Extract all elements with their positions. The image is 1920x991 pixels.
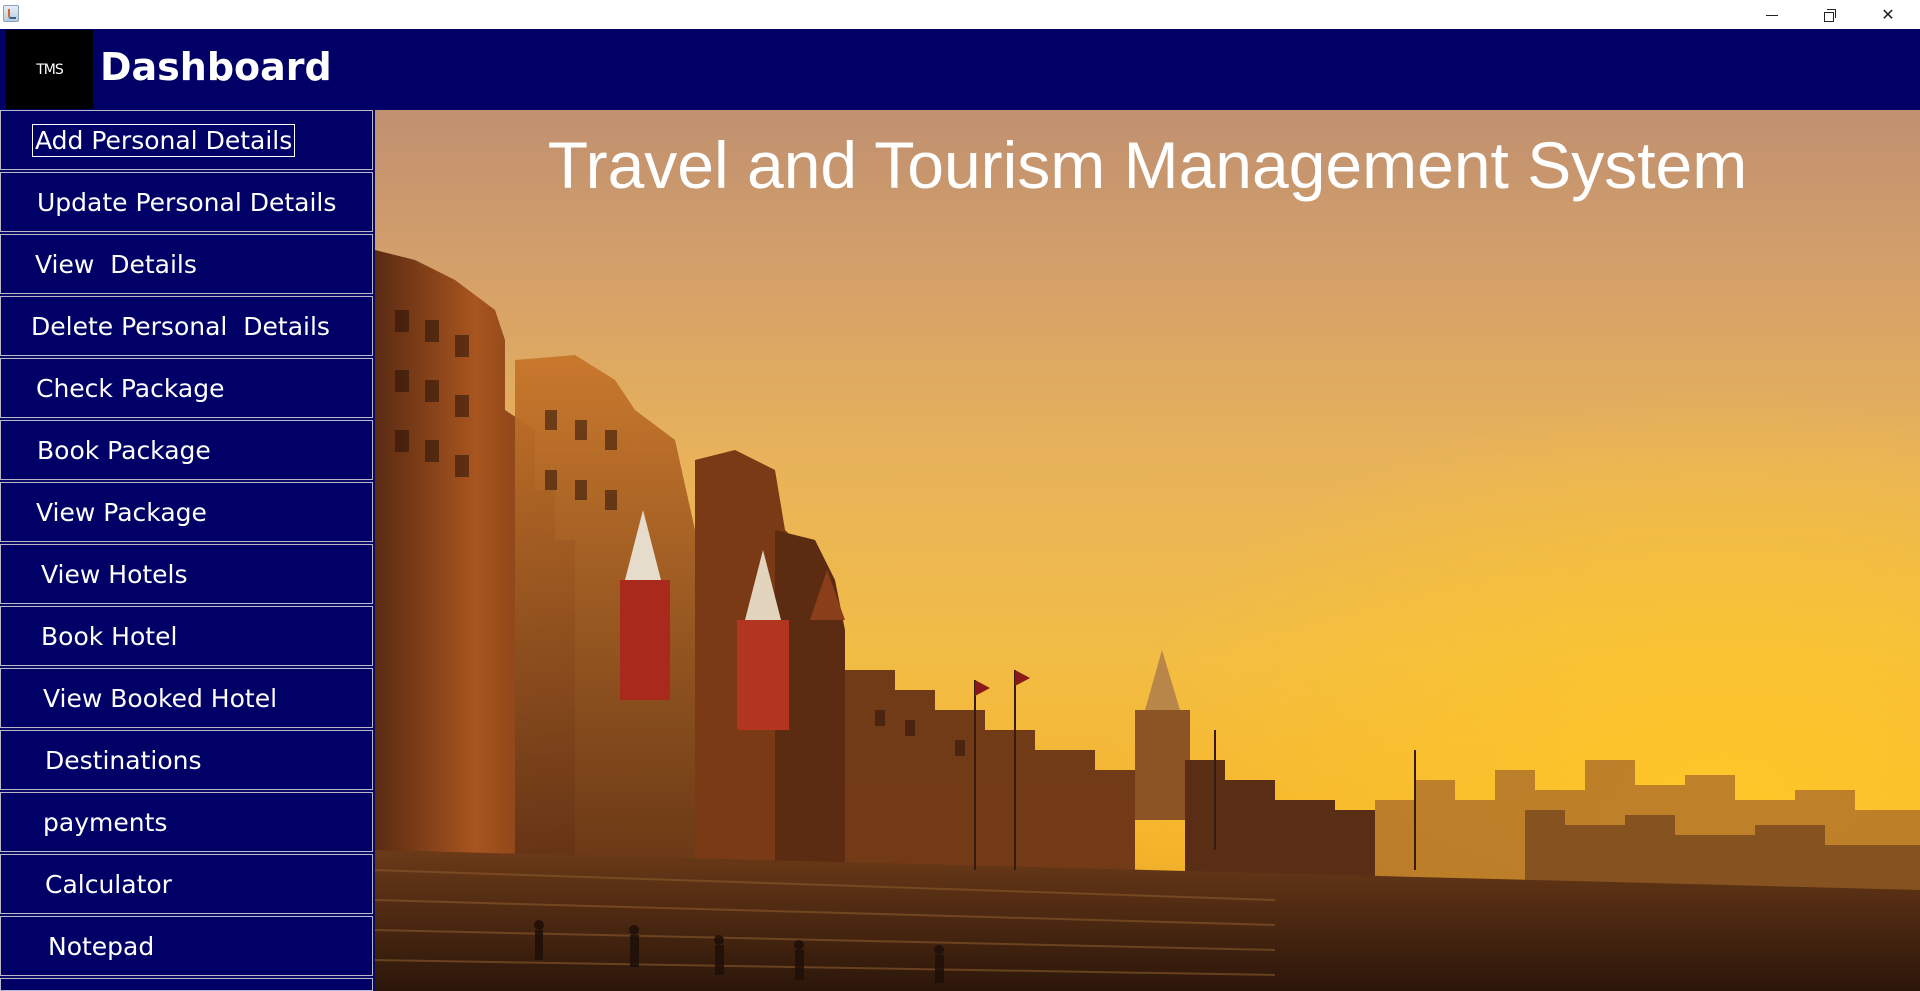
view-package-button[interactable]: View Package [0,482,373,542]
delete-personal-details-button[interactable]: Delete Personal Details [0,296,373,356]
payments-button[interactable]: payments [0,792,373,852]
tms-logo: TMS [6,30,93,109]
view-booked-hotel-button[interactable]: View Booked Hotel [0,668,373,728]
sidebar-menu: Add Personal Details Update Personal Det… [0,110,375,991]
system-title: Travel and Tourism Management System [547,128,1748,202]
close-button[interactable]: ✕ [1859,0,1917,29]
calculator-button[interactable]: Calculator [0,854,373,914]
restore-icon [1824,8,1836,22]
dashboard-title: Dashboard [100,45,332,89]
view-hotels-button[interactable]: View Hotels [0,544,373,604]
logo-text: TMS [36,61,64,78]
sidebar-button-partial[interactable] [0,978,373,991]
java-app-icon [3,5,19,22]
update-personal-details-button[interactable]: Update Personal Details [0,172,373,232]
notepad-button[interactable]: Notepad [0,916,373,976]
dashboard-header: TMS Dashboard [0,29,1920,110]
varanasi-ghats-illustration [375,250,1920,991]
book-package-button[interactable]: Book Package [0,420,373,480]
view-details-button[interactable]: View Details [0,234,373,294]
minimize-icon [1766,15,1778,16]
add-personal-details-button[interactable]: Add Personal Details [0,110,373,170]
minimize-button[interactable] [1743,0,1801,29]
check-package-button[interactable]: Check Package [0,358,373,418]
restore-button[interactable] [1801,0,1859,29]
close-icon: ✕ [1881,5,1895,24]
window-title-bar: ✕ [0,0,1920,29]
destinations-button[interactable]: Destinations [0,730,373,790]
main-background-panel: Travel and Tourism Management System [375,110,1920,991]
book-hotel-button[interactable]: Book Hotel [0,606,373,666]
